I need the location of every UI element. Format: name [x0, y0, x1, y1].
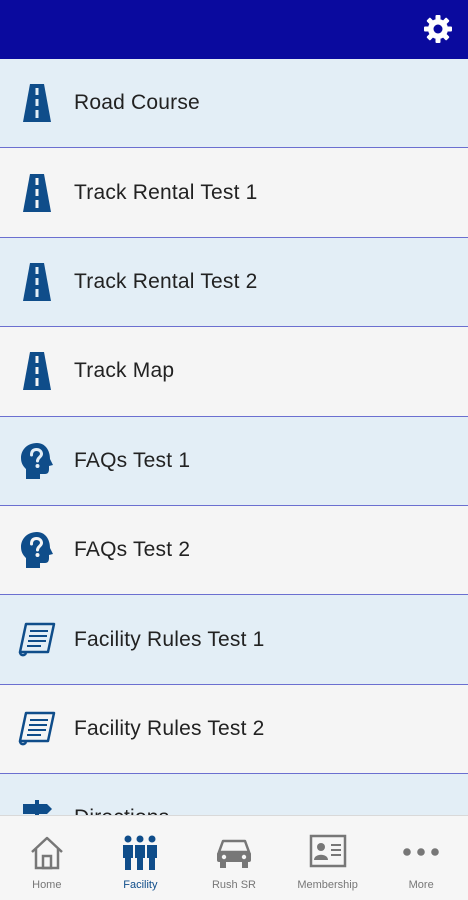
list-item-label: Facility Rules Test 1 — [74, 627, 265, 651]
tab-label: Rush SR — [211, 879, 256, 891]
list-item-label: Directions — [74, 806, 169, 815]
question-head-icon — [21, 532, 53, 569]
document-icon — [18, 622, 56, 656]
list-item-faqs-2[interactable]: FAQs Test 2 — [0, 505, 468, 596]
list-item-label: Track Rental Test 1 — [74, 180, 258, 204]
tab-more[interactable]: More — [374, 816, 468, 900]
list-item-label: Track Map — [74, 359, 175, 383]
list-item-facility-rules-2[interactable]: Facility Rules Test 2 — [0, 684, 468, 775]
home-icon — [30, 836, 63, 870]
list-item-road-course[interactable]: Road Course — [0, 59, 468, 149]
id-card-icon — [309, 834, 346, 868]
tab-label: Facility — [123, 879, 158, 891]
more-icon — [403, 848, 439, 856]
list-item-track-rental-2[interactable]: Track Rental Test 2 — [0, 237, 468, 328]
tab-facility[interactable]: Facility — [94, 816, 188, 900]
document-icon — [18, 711, 56, 746]
facility-list: Road Course Track Rental Test 1 Track Re… — [0, 59, 468, 815]
tab-label: Home — [32, 879, 62, 891]
road-icon — [23, 84, 51, 123]
people-icon — [123, 835, 158, 870]
gear-icon[interactable] — [422, 13, 454, 45]
list-item-directions[interactable]: Directions — [0, 774, 468, 815]
tab-home[interactable]: Home — [0, 816, 94, 900]
list-item-label: Road Course — [74, 91, 200, 115]
list-item-track-map[interactable]: Track Map — [0, 327, 468, 417]
list-item-label: FAQs Test 2 — [74, 538, 191, 562]
list-item-label: FAQs Test 1 — [74, 448, 191, 472]
list-item-track-rental-1[interactable]: Track Rental Test 1 — [0, 148, 468, 238]
list-item-faqs-1[interactable]: FAQs Test 1 — [0, 416, 468, 506]
road-icon — [23, 352, 51, 391]
bottom-tab-bar: Home Facility Rush SR Membership More — [0, 815, 468, 900]
road-icon — [23, 173, 51, 212]
tab-membership[interactable]: Membership — [281, 816, 375, 900]
road-icon — [23, 262, 51, 301]
question-head-icon — [21, 442, 53, 479]
list-item-label: Facility Rules Test 2 — [74, 716, 265, 740]
tab-label: Membership — [297, 879, 358, 891]
tab-label: More — [408, 879, 434, 891]
car-icon — [216, 839, 251, 868]
signpost-icon — [23, 800, 52, 815]
list-item-label: Track Rental Test 2 — [74, 269, 258, 293]
tab-rush-sr[interactable]: Rush SR — [187, 816, 281, 900]
list-item-facility-rules-1[interactable]: Facility Rules Test 1 — [0, 595, 468, 685]
top-bar — [0, 0, 468, 59]
